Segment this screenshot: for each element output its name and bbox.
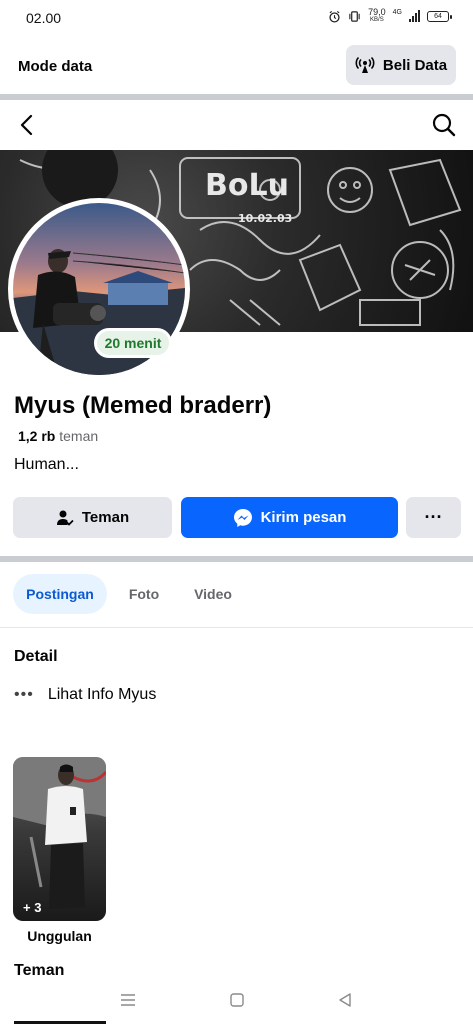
search-icon [432,113,456,137]
status-icons: 79,0 KB/S 4G 64 [328,8,452,24]
profile-tabs: Postingan Foto Video [0,566,473,628]
active-status-badge: 20 menit [94,328,172,358]
friend-check-icon [56,510,74,526]
more-dots-icon: ••• [14,686,34,703]
tab-photos[interactable]: Foto [115,574,173,614]
tab-posts[interactable]: Postingan [13,574,107,614]
section-divider [0,556,473,562]
battery-level: 64 [434,12,442,20]
featured-label: Unggulan [27,928,92,944]
see-info-label: Lihat Info Myus [47,686,157,703]
profile-nav [0,100,473,150]
search-button[interactable] [429,110,459,140]
chevron-left-icon [20,114,33,136]
friend-count-value: 1,2 rb [18,428,56,444]
profile-name: Myus (Memed braderr) [14,392,272,419]
friends-button[interactable]: Teman [13,497,172,538]
cover-graffiti-text-1: BoLu [205,168,289,203]
tab-videos[interactable]: Video [183,574,243,614]
system-nav-bar [0,976,473,1024]
friend-count-label: teman [59,428,99,444]
buy-data-button[interactable]: Beli Data [346,45,456,85]
messenger-icon [233,508,252,527]
speed-value: 79,0 [368,7,386,17]
featured-story-card[interactable]: + 3 [13,757,106,921]
details-heading: Detail [14,648,58,665]
vibrate-icon [349,10,360,22]
menu-icon[interactable] [118,990,138,1010]
status-time: 02.00 [26,10,62,26]
friends-button-label: Teman [81,509,130,526]
alarm-icon [329,10,340,23]
home-icon[interactable] [227,990,247,1010]
back-button[interactable] [12,110,42,140]
mode-data-label: Mode data [18,58,93,75]
network-speed: 79,0 KB/S [368,8,386,24]
send-message-button[interactable]: Kirim pesan [181,497,398,538]
broadcast-icon [355,56,375,73]
featured-photo [13,757,106,909]
profile-bio: Human... [14,456,79,473]
friends-section-heading: Teman [14,962,65,976]
friend-count[interactable]: 1,2 rb teman [18,428,98,444]
buy-data-label: Beli Data [382,56,448,74]
signal-icon [409,10,420,22]
network-type: 4G [392,8,402,16]
more-options-icon: ··· [424,507,443,527]
status-bar: 02.00 79,0 KB/S 4G 64 [0,0,473,36]
data-mode-bar: Mode data Beli Data [0,36,473,94]
see-info-link[interactable]: ••• Lihat Info Myus [14,686,156,704]
speed-unit: KB/S [370,17,384,23]
featured-count: + 3 [23,900,42,915]
battery-icon: 64 [427,10,452,22]
send-message-label: Kirim pesan [260,509,347,526]
more-options-button[interactable]: ··· [406,497,461,538]
cover-graffiti-text-2: 10.02.03 [238,212,293,225]
back-triangle-icon[interactable] [335,990,355,1010]
